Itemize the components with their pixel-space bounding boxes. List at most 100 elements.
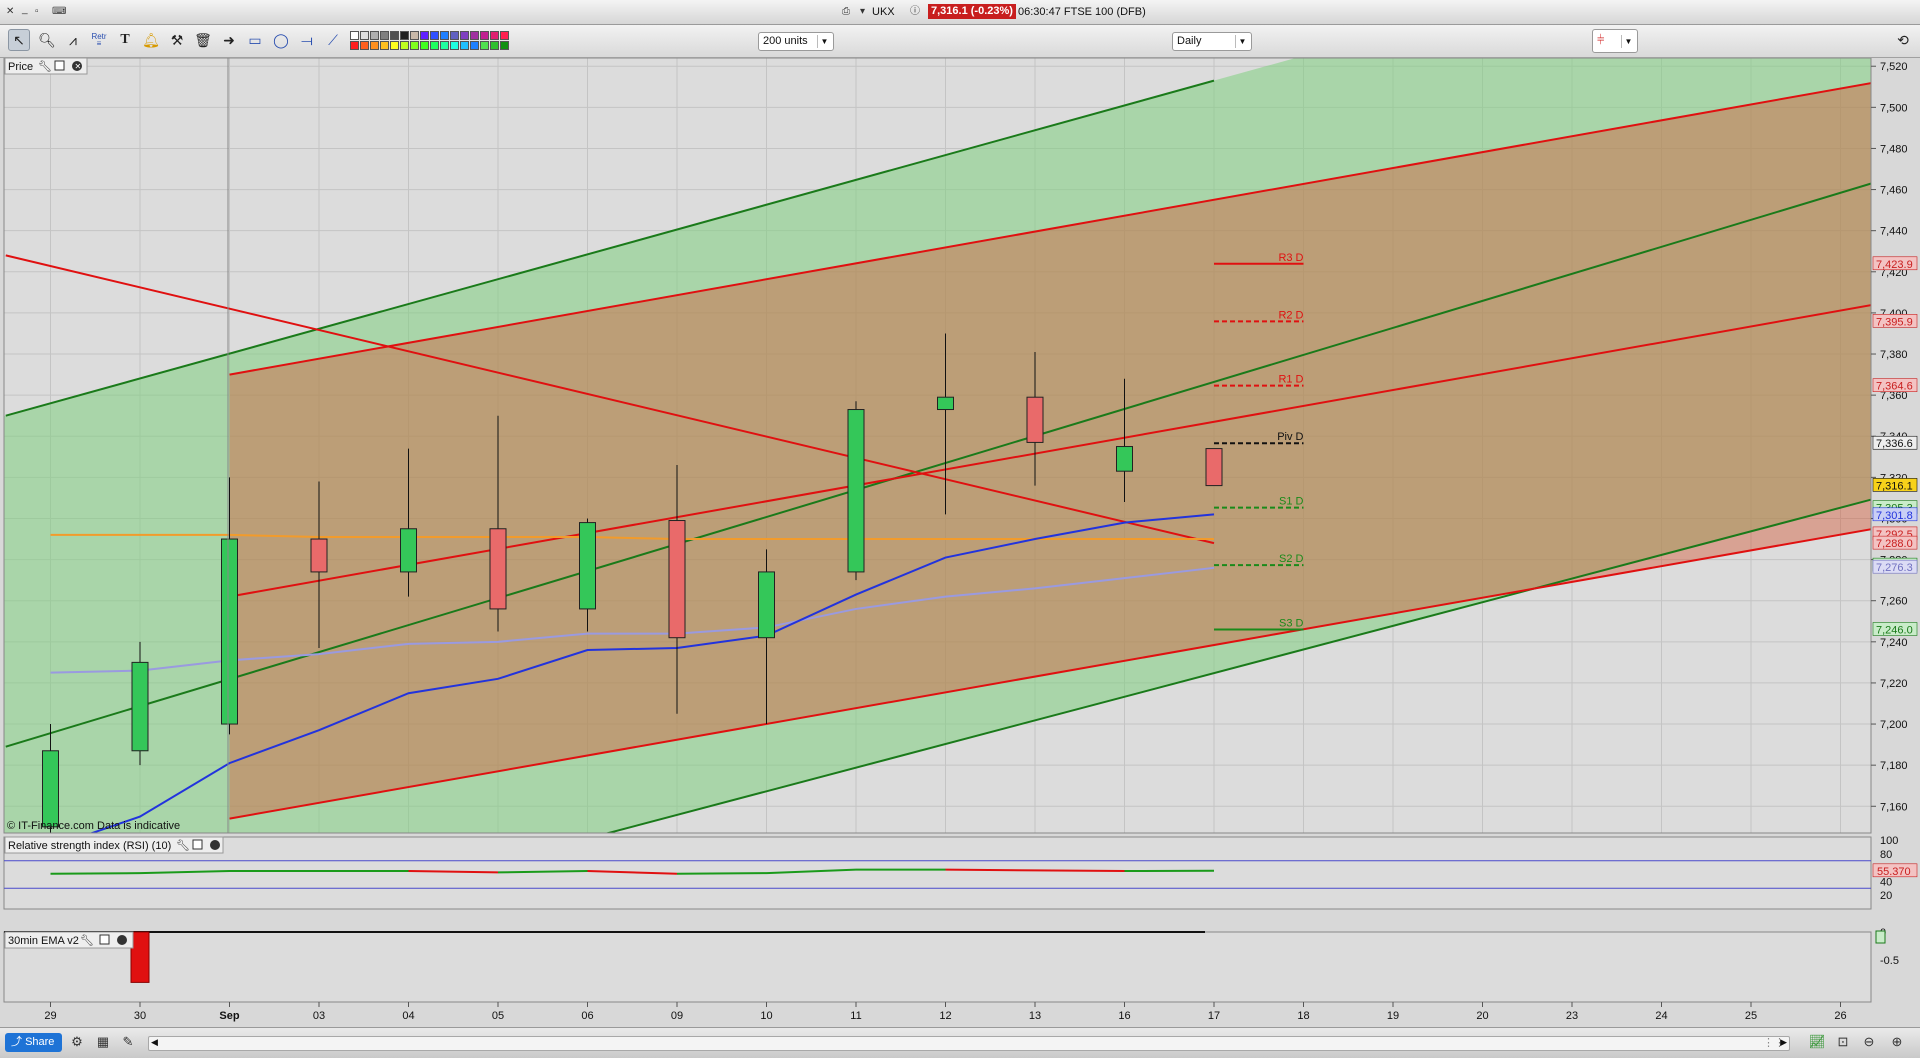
color-swatch[interactable] (370, 41, 379, 50)
ema30-y-axis: 0-0.5 (1876, 927, 1899, 967)
close-panel-icon[interactable] (210, 840, 220, 850)
color-palette[interactable] (350, 31, 509, 50)
color-swatch[interactable] (470, 41, 479, 50)
maximize-icon[interactable] (55, 61, 64, 70)
keyboard-icon[interactable]: ⌨ (52, 7, 72, 17)
candle-body-down (311, 539, 327, 572)
zoom-out-icon[interactable]: ⊖ (1860, 1033, 1878, 1051)
color-swatch[interactable] (380, 41, 389, 50)
color-swatch[interactable] (480, 31, 489, 40)
chart-type-select[interactable]: ⫩ ▼ (1592, 29, 1638, 53)
color-swatch[interactable] (420, 41, 429, 50)
horizontal-scrollbar[interactable]: ◀ ⋮⋮ ▶ (148, 1036, 1790, 1051)
pen-icon[interactable]: ✎ (119, 1033, 137, 1051)
x-tick-label: 06 (581, 1010, 593, 1022)
y-tick-label: 7,440 (1880, 226, 1908, 238)
color-swatch[interactable] (460, 31, 469, 40)
color-swatch[interactable] (400, 41, 409, 50)
chart-icon[interactable]: 📈︎ (1808, 1033, 1826, 1051)
color-swatch[interactable] (360, 31, 369, 40)
wrench-icon[interactable]: 🔧︎ (176, 839, 190, 852)
color-swatch[interactable] (490, 41, 499, 50)
color-swatch[interactable] (490, 31, 499, 40)
indicator-tool-icon[interactable]: ⩘ (62, 29, 84, 51)
trash-icon[interactable]: 🗑︎ (192, 29, 214, 51)
magic-wand-icon[interactable]: ⚒ (166, 29, 188, 51)
color-swatch[interactable] (430, 31, 439, 40)
color-swatch[interactable] (390, 41, 399, 50)
color-swatch[interactable] (440, 41, 449, 50)
units-select[interactable]: 200 units ▼ (758, 32, 834, 51)
alert-bell-icon[interactable]: 🔔︎ (140, 29, 162, 51)
rsi-segment (677, 873, 767, 874)
wrench-icon[interactable]: 🔧︎ (80, 934, 94, 947)
ema30-panel: 30min EMA v2 🔧︎ 0-0.5 (4, 927, 1899, 1002)
color-swatch[interactable] (410, 41, 419, 50)
color-swatch[interactable] (430, 41, 439, 50)
share-button[interactable]: ⤴ Share (5, 1033, 62, 1052)
instrument-symbol[interactable]: UKX (872, 6, 895, 18)
ellipse-tool-icon[interactable]: ◯ (270, 29, 292, 51)
trend-line-icon[interactable]: ⟋ (322, 29, 344, 51)
color-swatch[interactable] (460, 41, 469, 50)
wrench-icon[interactable]: 🔧︎ (38, 60, 52, 73)
color-swatch[interactable] (420, 31, 429, 40)
y-tick-label: 7,500 (1880, 102, 1908, 114)
color-swatch[interactable] (350, 41, 359, 50)
close-panel-icon[interactable] (117, 935, 127, 945)
scroll-right-icon[interactable]: ▶ (1780, 1037, 1787, 1048)
color-swatch[interactable] (380, 31, 389, 40)
info-icon[interactable]: ⓘ (910, 7, 920, 17)
color-swatch[interactable] (470, 31, 479, 40)
rectangle-tool-icon[interactable]: ▭ (244, 29, 266, 51)
zoom-tool-icon[interactable]: 🔍︎ (36, 29, 58, 51)
chart-area[interactable]: R3 DR2 DR1 DPiv DS1 DS2 DS3 D Price 🔧︎ ✕… (0, 58, 1920, 1026)
pointer-tool-icon[interactable]: ↖ (8, 29, 30, 51)
x-tick-label: 26 (1834, 1010, 1846, 1022)
interval-select[interactable]: Daily ▼ (1172, 32, 1252, 51)
color-swatch[interactable] (500, 31, 509, 40)
print-icon[interactable]: ⎙ (842, 7, 852, 17)
rsi-y-axis: 2040608010055.370 (1873, 835, 1917, 902)
table-icon[interactable]: ▦ (94, 1033, 112, 1051)
footer-bar: ⤴ Share ⚙ ▦ ✎ ◀ ⋮⋮ ▶ 📈︎ ⊡ ⊖ ⊕ (0, 1027, 1920, 1058)
color-swatch[interactable] (410, 31, 419, 40)
color-swatch[interactable] (350, 31, 359, 40)
x-tick-label: 18 (1297, 1010, 1309, 1022)
restore-window-icon[interactable]: ▫ (35, 7, 45, 17)
zoom-in-icon[interactable]: ⊕ (1888, 1033, 1906, 1051)
color-swatch[interactable] (500, 41, 509, 50)
scroll-left-icon[interactable]: ◀ (151, 1037, 158, 1048)
color-swatch[interactable] (400, 31, 409, 40)
zoom-fit-icon[interactable]: ⊡ (1834, 1033, 1852, 1051)
settings-icon[interactable]: ⚙ (68, 1033, 86, 1051)
color-swatch[interactable] (480, 41, 489, 50)
rsi-tick-label: 100 (1880, 835, 1898, 847)
candle-body-up (132, 662, 148, 750)
close-window-icon[interactable]: ✕ (6, 7, 16, 17)
instrument-dropdown-icon[interactable]: ▾ (860, 7, 870, 17)
y-tick-label: 7,520 (1880, 61, 1908, 73)
units-select-value: 200 units (763, 35, 808, 47)
candle-body-up (938, 397, 954, 409)
color-swatch[interactable] (440, 31, 449, 40)
y-tick-label: 7,460 (1880, 185, 1908, 197)
interval-select-value: Daily (1177, 35, 1201, 47)
ema30-panel-title: 30min EMA v2 (8, 935, 79, 947)
color-swatch[interactable] (390, 31, 399, 40)
chart-toolbar: ↖ 🔍︎ ⩘ Retr≡ T 🔔︎ ⚒ 🗑︎ ➜ ▭ ◯ ⟞ ⟋ 200 uni… (0, 25, 1920, 58)
text-tool-icon[interactable]: T (114, 29, 136, 51)
chevron-down-icon: ▼ (1621, 35, 1635, 48)
maximize-icon[interactable] (193, 840, 202, 849)
color-swatch[interactable] (450, 41, 459, 50)
horizontal-line-icon[interactable]: ⟞ (296, 29, 318, 51)
color-swatch[interactable] (450, 31, 459, 40)
color-swatch[interactable] (360, 41, 369, 50)
minimize-window-icon[interactable]: _ (22, 5, 32, 15)
chevron-down-icon: ▼ (1235, 35, 1249, 48)
maximize-icon[interactable] (100, 935, 109, 944)
fibonacci-retracement-icon[interactable]: Retr≡ (88, 29, 110, 51)
color-swatch[interactable] (370, 31, 379, 40)
arrow-right-icon[interactable]: ➜ (218, 29, 240, 51)
chart-settings-icon[interactable]: ⟲ (1892, 29, 1914, 51)
